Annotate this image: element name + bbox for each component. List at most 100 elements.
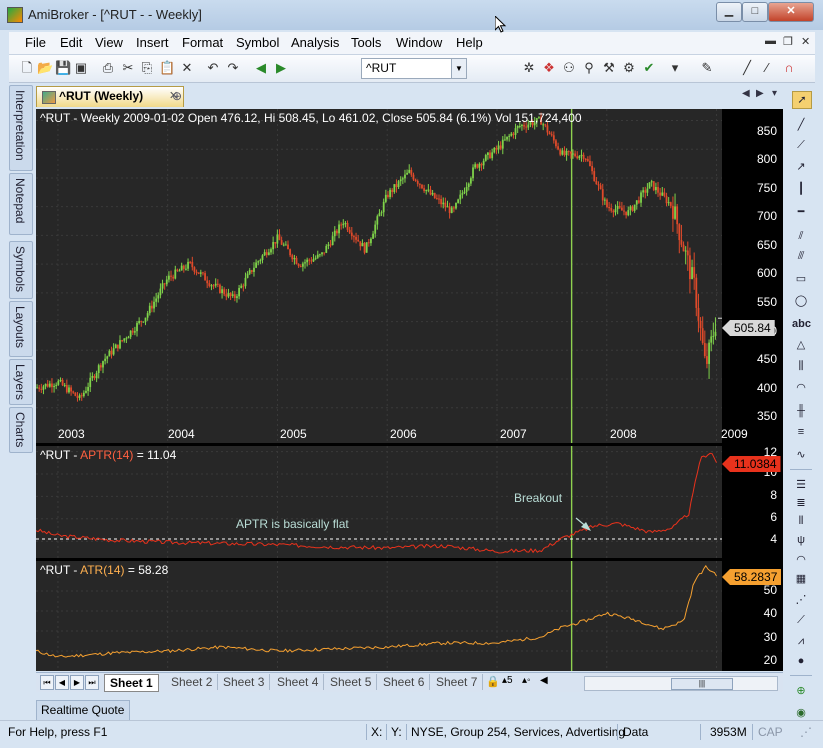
sheet-tab-4[interactable]: Sheet 4	[272, 674, 325, 690]
realtime-quote-tab[interactable]: Realtime Quote	[36, 700, 130, 721]
maximize-button[interactable]: □	[742, 2, 768, 22]
tab-scroll-left-icon[interactable]: ◀	[742, 88, 750, 99]
amibroker-app-icon[interactable]	[7, 7, 23, 23]
hammer-icon[interactable]: ⚒	[601, 60, 617, 76]
minimize-button[interactable]: ▁	[716, 2, 742, 22]
gann-fan-icon[interactable]: ⋰	[792, 592, 810, 608]
tab-symbols[interactable]: Symbols	[9, 241, 33, 299]
settings-gear-icon[interactable]: ✲	[521, 60, 537, 76]
delete-icon[interactable]: ✕	[179, 60, 195, 76]
print-icon[interactable]: ⎙	[100, 60, 116, 76]
close-button[interactable]: ✕	[768, 2, 814, 22]
doc-minimize-icon[interactable]: ▬	[765, 35, 776, 47]
tab-scroll-right-icon[interactable]: ▶	[756, 88, 764, 99]
scrollbar-thumb[interactable]: |||	[671, 678, 733, 690]
menu-window[interactable]: Window	[396, 35, 442, 50]
cycles-icon[interactable]: ⦁	[792, 653, 810, 669]
doc-restore-icon[interactable]: ❐	[783, 35, 793, 48]
sheet-zoom-icon[interactable]: ▴◦	[522, 675, 531, 686]
save-icon[interactable]: 💾	[55, 60, 71, 76]
more-arrow-icon[interactable]: ▾	[667, 60, 683, 76]
trendline-icon[interactable]: ╱	[739, 60, 755, 76]
atr-pane[interactable]: ^RUT - ATR(14) = 58.28	[36, 561, 722, 671]
arcs-icon[interactable]: ◠	[792, 552, 810, 568]
menu-file[interactable]: File	[25, 35, 46, 50]
open-folder-icon[interactable]: 📂	[37, 60, 53, 76]
zoom-icon[interactable]: ⊕	[792, 683, 810, 699]
forward-icon[interactable]: ▶	[273, 60, 289, 76]
fibonacci-timezones-icon[interactable]: ╫	[792, 403, 810, 419]
menu-tools[interactable]: Tools	[351, 35, 381, 50]
doc-close-icon[interactable]: ✕	[801, 35, 810, 48]
horizontal-line-icon[interactable]: ━	[792, 204, 810, 220]
triangle-icon[interactable]: △	[792, 337, 810, 353]
scan-icon[interactable]: ❖	[541, 60, 557, 76]
sheet-tab-7[interactable]: Sheet 7	[431, 674, 484, 690]
regression-channel-icon[interactable]: ⩘	[792, 633, 810, 649]
gann-grid-icon[interactable]: ▦	[792, 571, 810, 587]
back-icon[interactable]: ◀	[253, 60, 269, 76]
tools-icon[interactable]: ⚙	[621, 60, 637, 76]
resize-grip-icon[interactable]: ⋰	[800, 725, 812, 739]
extended-line-icon[interactable]: ↗	[792, 159, 810, 175]
speed-lines-icon[interactable]: ⟋	[792, 612, 810, 628]
lock-icon[interactable]: 🔒	[486, 675, 500, 688]
sheet-tab-1[interactable]: Sheet 1	[104, 674, 159, 692]
channel-icon[interactable]: ⫻	[792, 248, 810, 264]
new-file-icon[interactable]: 🗋	[19, 60, 35, 76]
fib-extension-icon[interactable]: ≣	[792, 495, 810, 511]
undo-icon[interactable]: ↶	[205, 60, 221, 76]
menu-format[interactable]: Format	[182, 35, 223, 50]
vertical-line-icon[interactable]: ┃	[792, 181, 810, 197]
time-cycles-icon[interactable]: ⦀	[792, 513, 810, 529]
menu-edit[interactable]: Edit	[60, 35, 82, 50]
cycle-lines-icon[interactable]: ⫼	[792, 358, 810, 374]
menu-view[interactable]: View	[95, 35, 123, 50]
redo-icon[interactable]: ↷	[225, 60, 241, 76]
tab-charts[interactable]: Charts	[9, 407, 33, 453]
zigzag-icon[interactable]: ∿	[792, 447, 810, 463]
line-tool-icon[interactable]: ∕	[759, 60, 775, 76]
next-sheet-icon[interactable]: ▶	[70, 675, 84, 690]
tab-layouts[interactable]: Layouts	[9, 301, 33, 357]
trendline-tool-icon[interactable]: ╱	[792, 117, 810, 133]
new-tab-icon[interactable]: ⊕	[172, 89, 182, 103]
check-icon[interactable]: ✔	[641, 60, 657, 76]
parallel-lines-icon[interactable]: ⫽	[792, 228, 810, 244]
ellipse-icon[interactable]: ◯	[792, 293, 810, 309]
chart-search-icon[interactable]: ⚲	[581, 60, 597, 76]
symbol-combo[interactable]: ^RUT ▼	[361, 58, 467, 79]
pencil-icon[interactable]: ✎	[699, 60, 715, 76]
binoculars-icon[interactable]: ⚇	[561, 60, 577, 76]
chevron-down-icon[interactable]: ▼	[451, 59, 466, 78]
pointer-icon[interactable]: ➚	[792, 91, 812, 109]
rectangle-icon[interactable]: ▭	[792, 271, 810, 287]
save-all-icon[interactable]: ▣	[73, 60, 89, 76]
menu-symbol[interactable]: Symbol	[236, 35, 279, 50]
copy-icon[interactable]: ⎘	[139, 60, 155, 76]
color-picker-icon[interactable]: ◉	[792, 705, 810, 721]
cut-icon[interactable]: ✂	[120, 60, 136, 76]
ray-tool-icon[interactable]: ⟋	[792, 137, 810, 153]
menu-insert[interactable]: Insert	[136, 35, 169, 50]
first-sheet-icon[interactable]: ⏮	[40, 675, 54, 690]
menu-analysis[interactable]: Analysis	[291, 35, 339, 50]
sheet-tab-2[interactable]: Sheet 2	[166, 674, 219, 690]
horizontal-scrollbar[interactable]: |||	[584, 676, 778, 691]
sheet-tab-5[interactable]: Sheet 5	[325, 674, 378, 690]
sheet-tab-3[interactable]: Sheet 3	[218, 674, 271, 690]
paste-icon[interactable]: 📋	[159, 60, 175, 76]
price-pane[interactable]: ^RUT - Weekly 2009-01-02 Open 476.12, Hi…	[36, 109, 722, 443]
sheet-scroll-icon[interactable]: ▴5	[502, 675, 513, 686]
magnet-icon[interactable]: ∩	[781, 60, 797, 76]
last-sheet-icon[interactable]: ⏭	[85, 675, 99, 690]
aptr-pane[interactable]: ^RUT - APTR(14) = 11.04 APTR is basicall…	[36, 446, 722, 558]
tab-interpretation[interactable]: Interpretation	[9, 85, 33, 171]
fibonacci-icon[interactable]: ≡	[792, 424, 810, 440]
sheet-scroll-left-icon[interactable]: ◀	[540, 675, 548, 686]
chart-window[interactable]: ^RUT - Weekly 2009-01-02 Open 476.12, Hi…	[36, 109, 783, 671]
tab-rut-weekly[interactable]: ^RUT (Weekly) ✕	[36, 86, 184, 107]
tab-list-icon[interactable]: ▾	[772, 88, 777, 99]
sheet-tab-6[interactable]: Sheet 6	[378, 674, 431, 690]
tab-notepad[interactable]: Notepad	[9, 173, 33, 235]
